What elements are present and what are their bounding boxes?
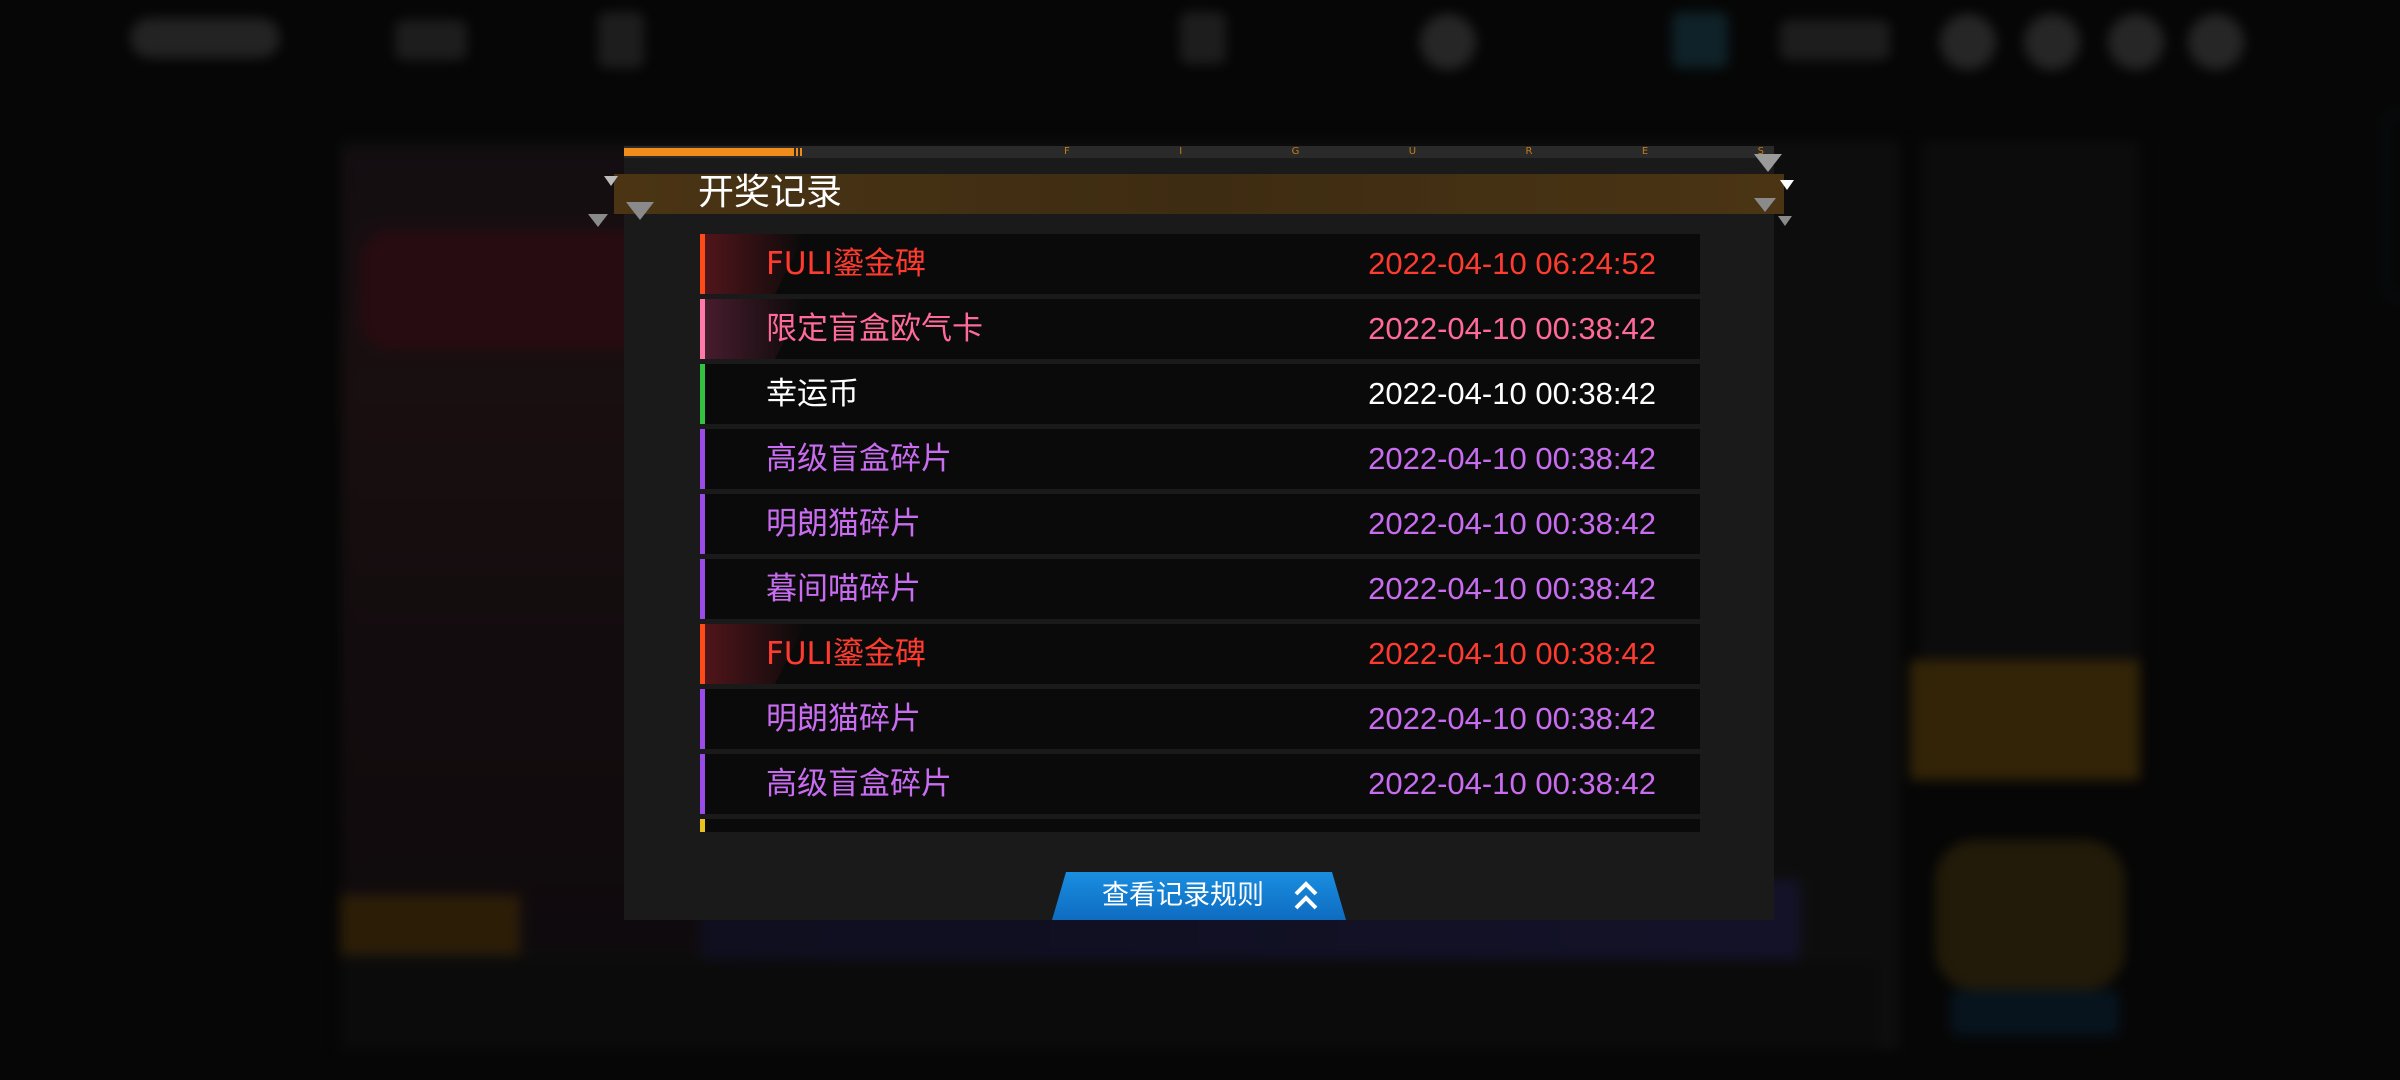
corner-triangle-icon [1754,198,1776,212]
record-item-name: 明朗猫碎片 [766,701,921,737]
rarity-accent-partial [700,819,705,832]
corner-triangle-icon [1780,180,1794,190]
record-time: 2022-04-10 06:24:52 [1368,246,1656,281]
dialog-top-strip: F I G U R E S [624,146,1774,158]
record-time: 2022-04-10 00:38:42 [1368,571,1656,606]
rarity-accent [700,299,705,359]
record-item-name: 暮间喵碎片 [766,571,921,607]
rarity-accent [700,624,705,684]
rarity-accent [700,754,705,814]
rarity-accent [700,234,705,294]
rarity-accent [700,559,705,619]
top-progress-ticks [796,148,804,156]
rarity-accent [700,689,705,749]
record-item-name: FULI鎏金碑 [766,246,926,282]
record-item-name: 明朗猫碎片 [766,506,921,542]
record-item-name: FULI鎏金碑 [766,636,926,672]
view-rules-label: 查看记录规则 [1102,880,1264,911]
figures-letter: G [1291,146,1300,157]
record-item-name: 高级盲盒碎片 [766,766,952,802]
corner-triangle-icon [626,202,654,220]
record-row: 明朗猫碎片 2022-04-10 00:38:42 [700,689,1700,749]
dialog-title: 开奖记录 [698,172,843,213]
rarity-accent [700,429,705,489]
record-time: 2022-04-10 00:38:42 [1368,441,1656,476]
record-row-partial [700,819,1700,832]
rarity-accent [700,364,705,424]
record-row: 高级盲盒碎片 2022-04-10 00:38:42 [700,754,1700,814]
rarity-accent [700,494,705,554]
record-row: 限定盲盒欧气卡 2022-04-10 00:38:42 [700,299,1700,359]
view-rules-button[interactable]: 查看记录规则 [1052,872,1346,920]
corner-triangle-icon [1778,216,1792,226]
record-row: 幸运币 2022-04-10 00:38:42 [700,364,1700,424]
corner-triangle-icon [588,214,608,227]
corner-triangle-icon [604,176,618,186]
figures-letter: F [1064,146,1070,157]
figures-letter: R [1525,146,1533,157]
record-row: FULI鎏金碑 2022-04-10 06:24:52 [700,234,1700,294]
record-row: 暮间喵碎片 2022-04-10 00:38:42 [700,559,1700,619]
record-time: 2022-04-10 00:38:42 [1368,311,1656,346]
figures-lettering: F I G U R E S [1064,146,1764,158]
record-row: 高级盲盒碎片 2022-04-10 00:38:42 [700,429,1700,489]
record-item-name: 幸运币 [766,376,859,412]
record-item-name: 限定盲盒欧气卡 [766,311,983,347]
record-time: 2022-04-10 00:38:42 [1368,766,1656,801]
double-chevron-up-icon [1294,881,1318,910]
figures-letter: I [1179,146,1183,157]
record-list[interactable]: FULI鎏金碑 2022-04-10 06:24:52 限定盲盒欧气卡 2022… [700,234,1700,832]
draw-record-dialog: F I G U R E S 开奖记录 FULI鎏金碑 2022-04-10 06… [588,146,1794,920]
record-time: 2022-04-10 00:38:42 [1368,701,1656,736]
record-time: 2022-04-10 00:38:42 [1368,636,1656,671]
figures-letter: U [1408,146,1417,157]
record-time: 2022-04-10 00:38:42 [1368,376,1656,411]
game-screen: F I G U R E S 开奖记录 FULI鎏金碑 2022-04-10 06… [0,0,2400,1080]
record-row: FULI鎏金碑 2022-04-10 00:38:42 [700,624,1700,684]
figures-letter: E [1641,146,1649,157]
record-time: 2022-04-10 00:38:42 [1368,506,1656,541]
record-row: 明朗猫碎片 2022-04-10 00:38:42 [700,494,1700,554]
corner-triangle-icon [1754,154,1782,172]
record-item-name: 高级盲盒碎片 [766,441,952,477]
top-progress-fill [624,148,794,156]
